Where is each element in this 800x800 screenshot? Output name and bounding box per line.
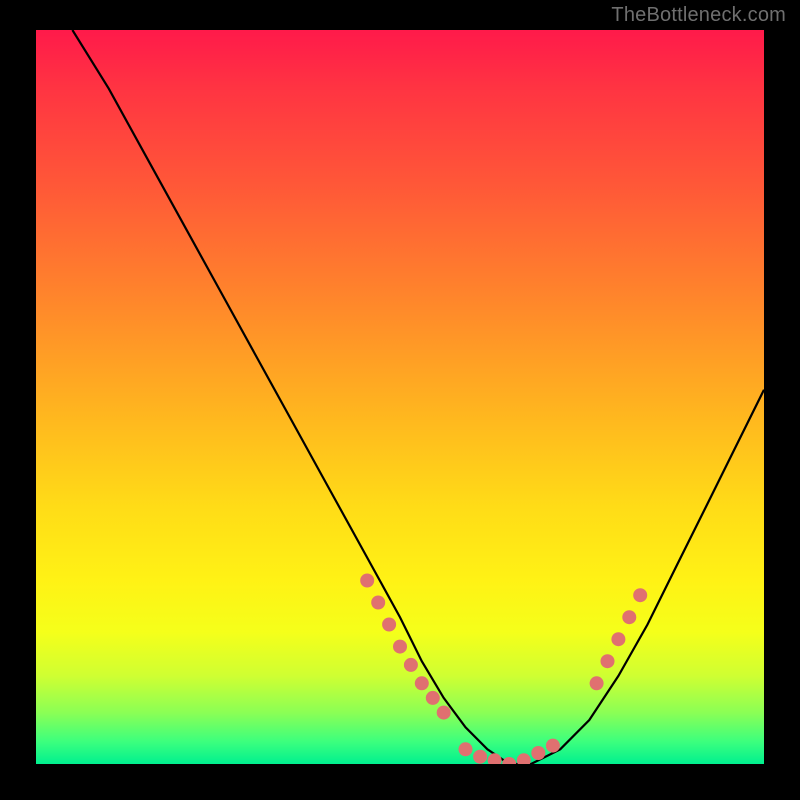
plot-area (36, 30, 764, 764)
chart-frame: TheBottleneck.com (0, 0, 800, 800)
left-arm-markers (437, 706, 451, 720)
valley-markers (531, 746, 545, 760)
left-arm-markers (426, 691, 440, 705)
right-arm-markers (611, 632, 625, 646)
right-arm-markers (622, 610, 636, 624)
valley-markers (546, 739, 560, 753)
left-arm-markers (393, 640, 407, 654)
left-arm-markers (360, 574, 374, 588)
valley-markers (502, 757, 516, 764)
valley-markers (459, 742, 473, 756)
left-arm-markers (404, 658, 418, 672)
marker-group (360, 574, 647, 765)
valley-markers (473, 750, 487, 764)
bottleneck-curve (72, 30, 764, 764)
valley-markers (517, 753, 531, 764)
curve-layer (36, 30, 764, 764)
curve-path (72, 30, 764, 764)
right-arm-markers (590, 676, 604, 690)
watermark-text: TheBottleneck.com (611, 4, 786, 27)
right-arm-markers (601, 654, 615, 668)
left-arm-markers (415, 676, 429, 690)
valley-markers (488, 753, 502, 764)
left-arm-markers (382, 618, 396, 632)
left-arm-markers (371, 596, 385, 610)
right-arm-markers (633, 588, 647, 602)
